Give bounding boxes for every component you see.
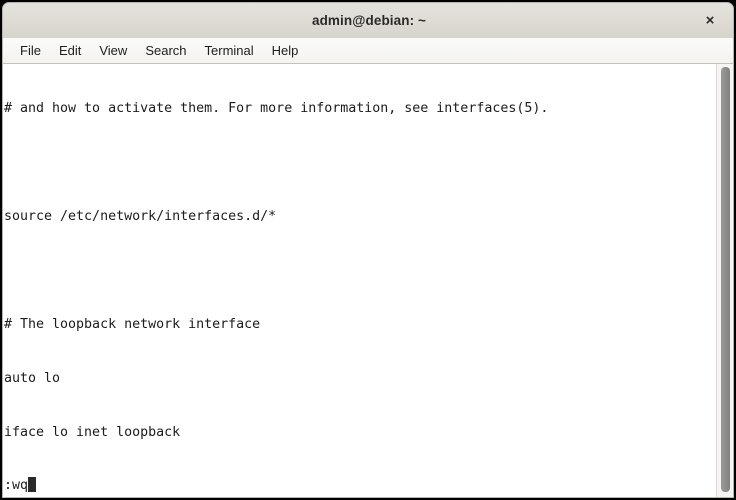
scrollbar[interactable] xyxy=(716,64,733,497)
menu-item-file[interactable]: File xyxy=(11,41,50,60)
scrollbar-thumb[interactable] xyxy=(721,67,730,492)
close-icon[interactable]: × xyxy=(695,3,725,39)
text-cursor xyxy=(28,477,37,492)
menu-item-search[interactable]: Search xyxy=(136,41,195,60)
menu-item-terminal[interactable]: Terminal xyxy=(196,41,263,60)
editor-line: # The loopback network interface xyxy=(4,317,261,332)
editor-command-text: :wq xyxy=(4,478,29,493)
editor-line: source /etc/network/interfaces.d/* xyxy=(4,209,277,224)
menu-item-edit[interactable]: Edit xyxy=(50,41,90,60)
menu-bar: File Edit View Search Terminal Help xyxy=(2,38,734,64)
window-titlebar[interactable]: admin@debian: ~ × xyxy=(2,2,734,38)
menu-item-view[interactable]: View xyxy=(90,41,136,60)
editor-status-line: :wq xyxy=(3,475,718,497)
editor-line: # and how to activate them. For more inf… xyxy=(4,101,549,116)
terminal-content-area[interactable]: # and how to activate them. For more inf… xyxy=(2,64,734,498)
terminal-window: admin@debian: ~ × File Edit View Search … xyxy=(0,0,736,500)
window-title: admin@debian: ~ xyxy=(311,13,427,28)
menu-item-help[interactable]: Help xyxy=(263,41,308,60)
editor-line: iface lo inet loopback xyxy=(4,425,181,440)
editor-text-buffer[interactable]: # and how to activate them. For more inf… xyxy=(3,64,717,497)
editor-line: auto lo xyxy=(4,371,61,386)
